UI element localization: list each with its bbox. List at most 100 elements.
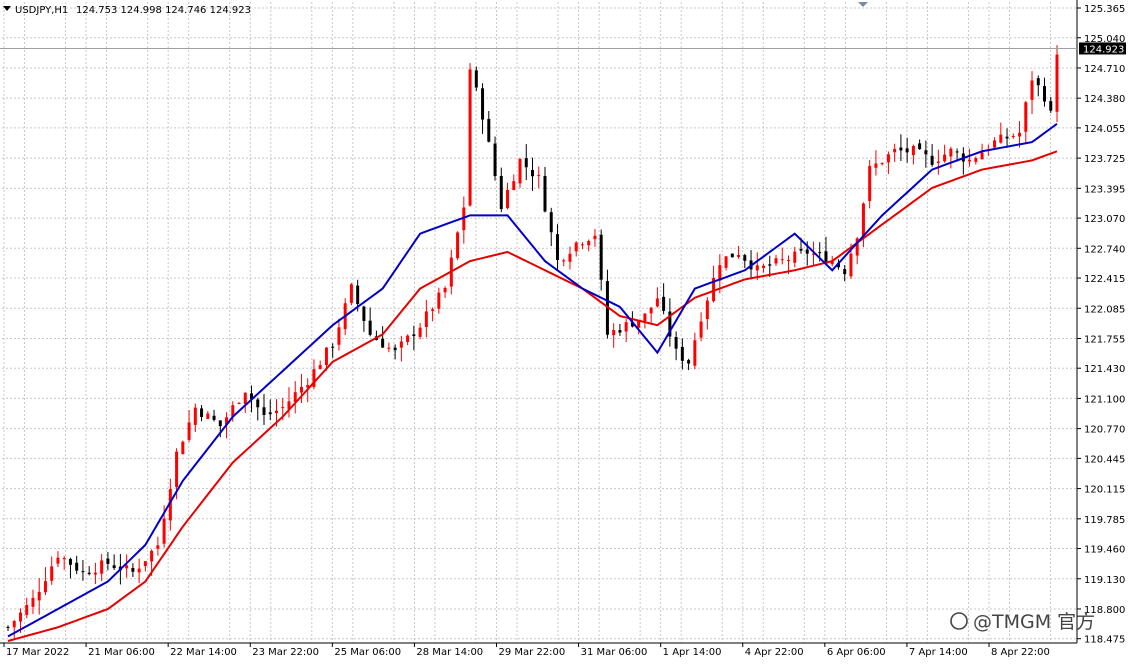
- candle-bull: [643, 313, 647, 322]
- candle-bear: [930, 155, 934, 165]
- candle-bull: [780, 259, 784, 261]
- price-tick-label: 123.725: [1084, 154, 1125, 165]
- price-tick-label: 122.740: [1084, 244, 1125, 255]
- candle-bull: [281, 407, 285, 409]
- candle-bull: [755, 265, 759, 271]
- candle-bear: [543, 175, 547, 212]
- price-axis-labels: 125.365125.040124.710124.380124.055123.7…: [1077, 4, 1125, 646]
- price-tick-label: 120.770: [1084, 425, 1125, 436]
- candle-bull: [1011, 136, 1015, 138]
- candle-bear: [555, 234, 559, 261]
- candle-bull: [949, 148, 953, 157]
- candle-bull: [980, 152, 984, 160]
- candle-bull: [56, 557, 60, 564]
- price-tick-label: 123.070: [1084, 214, 1125, 225]
- candle-bear: [799, 248, 803, 251]
- axes: [0, 0, 1078, 644]
- moving-average-slow: [7, 150, 1058, 642]
- candle-bull: [655, 298, 659, 307]
- candle-bull: [468, 69, 472, 206]
- candle-bull: [724, 256, 728, 268]
- symbol-timeframe: USDJPY,H1: [15, 5, 68, 16]
- candle-bull: [162, 518, 166, 544]
- candle-bull: [437, 292, 441, 309]
- candle-bear: [843, 269, 847, 275]
- candle-bull: [593, 235, 597, 240]
- candle-bear: [1049, 101, 1053, 111]
- candle-bear: [393, 347, 397, 351]
- chart-window[interactable]: 125.365 125.040 124.710 124.380 124.055 123.7…: [0, 0, 1131, 660]
- time-tick-label: 22 Mar 14:00: [170, 647, 237, 658]
- shift-marker-icon[interactable]: [858, 2, 868, 7]
- candle-bull: [861, 203, 865, 239]
- candle-bull: [943, 154, 947, 162]
- candle-bull: [849, 253, 853, 277]
- candle-bear: [924, 150, 928, 155]
- candle-bull: [580, 244, 584, 246]
- time-tick-label: 1 Apr 14:00: [663, 647, 722, 658]
- candle-bear: [499, 175, 503, 210]
- candle-bull: [693, 340, 697, 366]
- candle-bull: [43, 581, 47, 593]
- candle-bull: [443, 287, 447, 293]
- candle-bull: [337, 327, 341, 345]
- candle-bull: [874, 163, 878, 168]
- candle-bear: [481, 88, 485, 120]
- candle-bear: [256, 399, 260, 408]
- price-tick-label: 121.430: [1084, 364, 1125, 375]
- candle-bear: [680, 346, 684, 361]
- price-tick-label: 124.380: [1084, 94, 1125, 105]
- candle-bear: [87, 572, 91, 575]
- candle-bull: [562, 260, 566, 262]
- candle-bull: [193, 407, 197, 425]
- candle-bull: [243, 392, 247, 405]
- candle-bear: [362, 306, 366, 321]
- candle-bear: [805, 249, 809, 254]
- candle-bull: [868, 165, 872, 202]
- candle-bull: [993, 140, 997, 148]
- watermark-logo-icon: [950, 612, 968, 630]
- candle-bear: [381, 338, 385, 348]
- candle-bull: [774, 258, 778, 264]
- price-tick-label: 120.115: [1084, 485, 1125, 496]
- candle-bear: [68, 558, 72, 565]
- candle-bear: [368, 320, 372, 335]
- price-tick-label: 119.460: [1084, 545, 1125, 556]
- candle-bull: [506, 189, 510, 209]
- price-tick-label: 125.365: [1084, 4, 1125, 15]
- candle-bear: [687, 360, 691, 364]
- candle-bull: [649, 307, 653, 314]
- price-tick-label: 122.085: [1084, 304, 1125, 315]
- time-tick-label: 21 Mar 06:00: [88, 647, 155, 658]
- candle-bull: [1018, 132, 1022, 137]
- price-tick-label: 122.415: [1084, 274, 1125, 285]
- candle-bull: [624, 322, 628, 332]
- candle-bull: [100, 560, 104, 574]
- moving-average-fast: [7, 122, 1058, 638]
- candle-bear: [493, 143, 497, 177]
- candle-bull: [787, 260, 791, 262]
- price-tick-label: 119.130: [1084, 575, 1125, 586]
- price-chart[interactable]: 125.365125.040124.710124.380124.055123.7…: [0, 0, 1131, 660]
- candle-bull: [568, 253, 572, 262]
- candle-bull: [206, 413, 210, 419]
- time-tick-label: 7 Apr 14:00: [909, 647, 968, 658]
- candle-bull: [156, 545, 160, 549]
- candle-bull: [237, 403, 241, 405]
- candle-bull: [612, 330, 616, 336]
- candle-bull: [974, 158, 978, 162]
- candle-bull: [1030, 80, 1034, 100]
- candle-bull: [886, 154, 890, 163]
- candle-bear: [955, 151, 959, 153]
- candle-bull: [137, 568, 141, 573]
- candle-bear: [487, 118, 491, 142]
- candle-bull: [705, 300, 709, 320]
- candle-bull: [911, 145, 915, 156]
- candle-bull: [324, 347, 328, 366]
- candle-bull: [18, 612, 22, 622]
- candle-bear: [599, 234, 603, 280]
- time-axis-labels: 17 Mar 2022 21 Mar 06:00 22 Mar 14:00 23 Ma…: [3, 643, 1050, 658]
- candle-bear: [662, 296, 666, 311]
- candle-bear: [81, 571, 85, 573]
- candle-bear: [218, 420, 222, 427]
